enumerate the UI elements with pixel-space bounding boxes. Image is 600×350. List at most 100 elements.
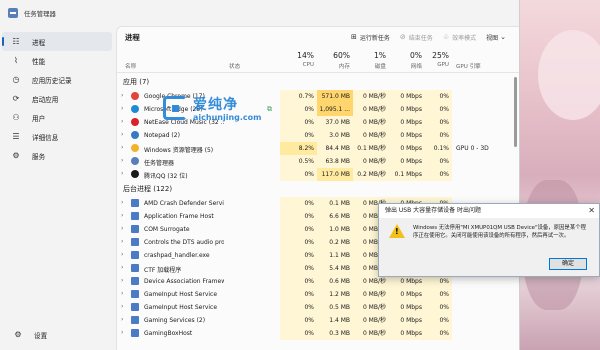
cpu-label: CPU <box>302 62 314 68</box>
sidebar-item-label: 应用历史记录 <box>32 76 72 85</box>
cpu-cell: 0% <box>280 210 317 223</box>
chevron-right-icon[interactable]: › <box>121 290 123 297</box>
process-icon <box>131 277 139 285</box>
memory-cell: 84.4 MB <box>317 142 353 155</box>
memory-cell: 571.0 MB <box>317 90 353 103</box>
column-disk[interactable]: 1% 磁盘 <box>353 51 386 70</box>
gpu-cell: 0% <box>425 301 452 314</box>
performance-icon: ⌇ <box>14 56 18 65</box>
background-row[interactable]: › GameInput Host Service 0% 0.5 MB 0 MB/… <box>117 301 519 314</box>
chevron-right-icon[interactable]: › <box>121 131 123 138</box>
services-icon: ⚙ <box>12 151 20 160</box>
memory-cell: 5.4 MB <box>317 262 353 275</box>
memory-cell: 0.1 MB <box>317 197 353 210</box>
cpu-cell: 0% <box>280 116 317 129</box>
chevron-right-icon[interactable]: › <box>121 144 123 151</box>
chevron-right-icon[interactable]: › <box>121 264 123 271</box>
chevron-down-icon: ⌄ <box>500 33 506 41</box>
cpu-cell: 0% <box>280 103 317 116</box>
process-icon <box>131 92 139 100</box>
sidebar-item-users[interactable]: ⚇ 用户 <box>2 108 112 127</box>
scrollbar[interactable] <box>514 77 517 147</box>
column-memory[interactable]: 60% 内存 <box>317 51 350 70</box>
background-row[interactable]: › GameInput Host Service 0% 1.2 MB 0 MB/… <box>117 288 519 301</box>
process-icon <box>131 157 139 165</box>
cpu-cell: 0% <box>280 223 317 236</box>
sidebar-item-label: 性能 <box>32 57 46 66</box>
chevron-right-icon[interactable]: › <box>121 105 123 112</box>
chevron-right-icon[interactable]: › <box>121 277 123 284</box>
gpu-cell: 0% <box>425 155 452 168</box>
chevron-right-icon[interactable]: › <box>121 212 123 219</box>
memory-cell: 1,095.1 ... <box>317 103 353 116</box>
chevron-right-icon[interactable]: › <box>121 238 123 245</box>
chevron-right-icon[interactable]: › <box>121 157 123 164</box>
chevron-right-icon[interactable]: › <box>121 118 123 125</box>
memory-cell: 0.5 MB <box>317 301 353 314</box>
history-icon: ◷ <box>12 75 20 84</box>
sidebar-item-details[interactable]: ☰ 详细信息 <box>2 127 112 146</box>
column-gpu[interactable]: 25% GPU <box>425 51 449 68</box>
disk-cell: 0 MB/秒 <box>353 116 389 129</box>
chevron-right-icon[interactable]: › <box>121 329 123 336</box>
network-label: 网络 <box>410 64 422 70</box>
process-name: GameInput Host Service <box>144 291 218 298</box>
background-row[interactable]: › GamingBoxHost 0% 0.3 MB 0 MB/秒 0 Mbps … <box>117 327 519 340</box>
end-task-button[interactable]: ⊘ 结束任务 <box>400 33 433 42</box>
view-menu-button[interactable]: 视图 ⌄ <box>486 33 509 42</box>
cpu-cell: 0% <box>280 262 317 275</box>
column-status[interactable]: 状态 <box>229 62 240 70</box>
background-row[interactable]: › Gaming Services (2) 0% 1.4 MB 0 MB/秒 0… <box>117 314 519 327</box>
chevron-right-icon[interactable]: › <box>121 170 123 177</box>
gpu-engine-cell <box>452 103 512 116</box>
gpu-cell: 0% <box>425 129 452 142</box>
network-cell: 0 Mbps <box>389 301 425 314</box>
sidebar-item-startup[interactable]: ⟳ 启动应用 <box>2 89 112 108</box>
chevron-right-icon[interactable]: › <box>121 316 123 323</box>
memory-cell: 1.4 MB <box>317 314 353 327</box>
cpu-cell: 0% <box>280 168 317 181</box>
sidebar-item-processes[interactable]: ☷ 进程 <box>2 32 112 51</box>
memory-cell: 117.0 MB <box>317 168 353 181</box>
column-gpu-engine[interactable]: GPU 引擎 <box>456 62 481 70</box>
sidebar-item-history[interactable]: ◷ 应用历史记录 <box>2 70 112 89</box>
process-name: 任务管理器 <box>144 160 175 167</box>
sidebar-item-label: 进程 <box>32 38 46 47</box>
column-name[interactable]: 名称 <box>125 62 136 70</box>
run-task-icon: ⊞ <box>351 33 357 41</box>
app-row[interactable]: › 任务管理器 0.5% 63.8 MB 0 MB/秒 0 Mbps 0% <box>117 155 519 168</box>
process-name: Controls the DTS audio pro... <box>144 239 224 246</box>
process-icon <box>131 118 139 126</box>
sidebar-item-services[interactable]: ⚙ 服务 <box>2 146 112 165</box>
ok-button[interactable]: 确定 <box>549 258 587 270</box>
chevron-right-icon[interactable]: › <box>121 303 123 310</box>
gpu-engine-cell: GPU 0 - 3D <box>456 145 489 152</box>
disk-cell: 0 MB/秒 <box>353 327 389 340</box>
close-icon[interactable]: ✕ <box>588 204 595 218</box>
column-network[interactable]: 0% 网络 <box>389 51 422 70</box>
process-name: AMD Crash Defender Service <box>144 200 224 207</box>
network-cell: 0 Mbps <box>389 155 425 168</box>
efficiency-mode-button[interactable]: ♧ 效率模式 <box>443 33 476 42</box>
view-label: 视图 <box>486 34 499 42</box>
details-icon: ☰ <box>12 132 20 141</box>
chevron-right-icon[interactable]: › <box>121 225 123 232</box>
process-icon <box>131 212 139 220</box>
chevron-right-icon[interactable]: › <box>121 199 123 206</box>
chevron-right-icon[interactable]: › <box>121 92 123 99</box>
gpu-cell: 0% <box>425 327 452 340</box>
app-row[interactable]: › Windows 资源管理器 (5) 8.2% 84.4 MB 0.1 MB/… <box>117 142 519 155</box>
process-name: crashpad_handler.exe <box>144 252 210 259</box>
disk-cell: 0 MB/秒 <box>353 288 389 301</box>
column-cpu[interactable]: 14% CPU <box>280 51 314 68</box>
app-row[interactable]: › 腾讯QQ (32 位) 0% 117.0 MB 0.2 MB/秒 0.1 M… <box>117 168 519 181</box>
sidebar-item-performance[interactable]: ⌇ 性能 <box>2 51 112 70</box>
memory-total: 60% <box>333 51 350 60</box>
sidebar-item-settings[interactable]: ⚙ 设置 <box>4 325 108 344</box>
gpu-cell: 0% <box>425 168 452 181</box>
disk-cell: 0.1 MB/秒 <box>353 142 389 155</box>
eject-error-dialog: 弹出 USB 大容量存储设备 时出问题 ✕ ! Windows 无法停用"MI … <box>378 203 600 277</box>
chevron-right-icon[interactable]: › <box>121 251 123 258</box>
run-new-task-button[interactable]: ⊞ 运行新任务 <box>351 33 390 42</box>
gpu-cell: 0% <box>425 103 452 116</box>
